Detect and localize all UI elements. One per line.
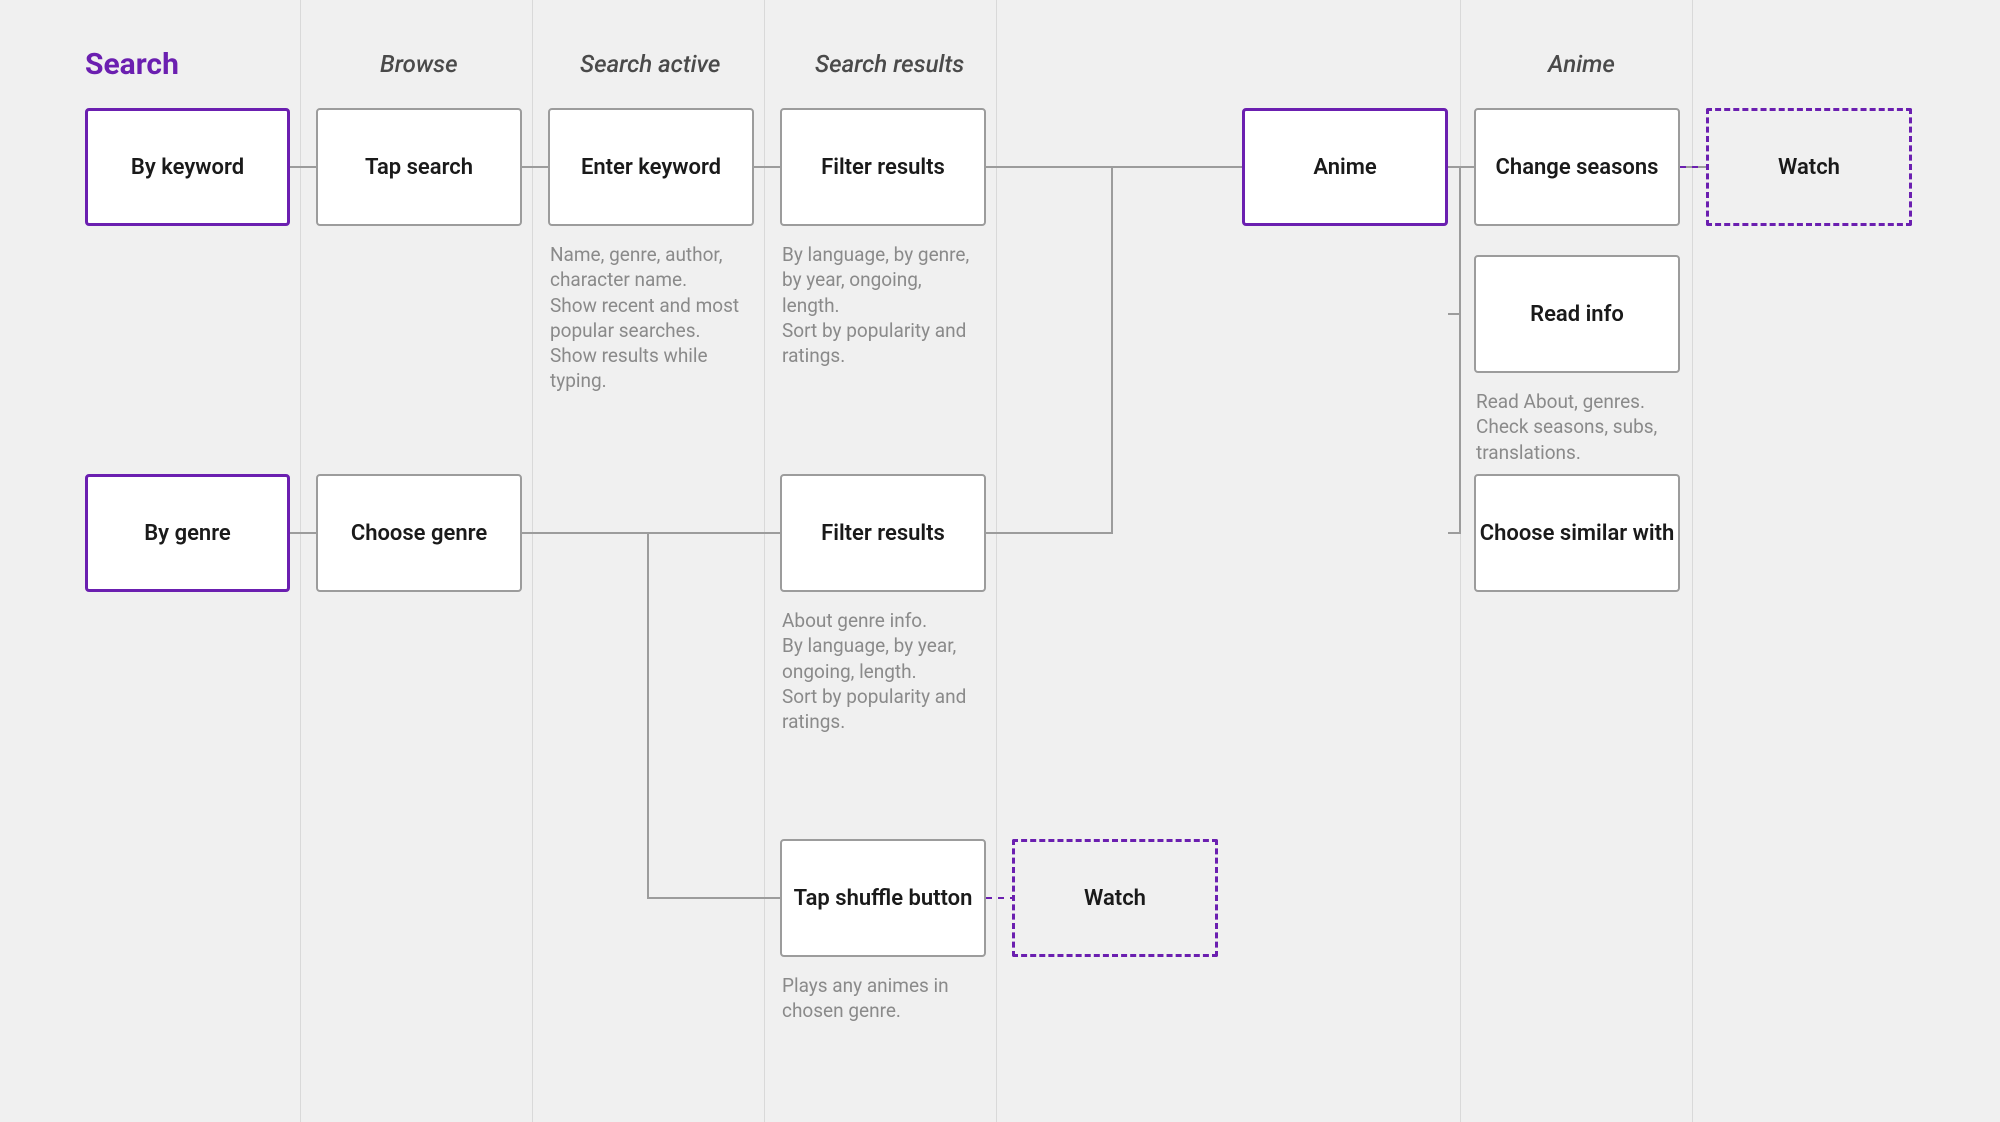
node-filter-results-genre: Filter results	[780, 474, 986, 592]
node-read-info: Read info	[1474, 255, 1680, 373]
caption-tap-shuffle: Plays any animes in chosen genre.	[782, 973, 962, 1024]
column-title-browse: Browse	[380, 50, 458, 78]
section-title-search: Search	[85, 47, 179, 82]
column-divider	[300, 0, 301, 1122]
column-divider	[1692, 0, 1693, 1122]
node-anime: Anime	[1242, 108, 1448, 226]
caption-enter-keyword: Name, genre, author, character name.Show…	[550, 242, 754, 394]
node-watch-shuffle: Watch	[1012, 839, 1218, 957]
caption-filter-results-keyword: By language, by genre, by year, ongoing,…	[782, 242, 982, 368]
node-tap-search: Tap search	[316, 108, 522, 226]
node-choose-genre: Choose genre	[316, 474, 522, 592]
node-filter-results-keyword: Filter results	[780, 108, 986, 226]
caption-read-info: Read About, genres.Check seasons, subs, …	[1476, 389, 1676, 465]
node-by-genre: By genre	[85, 474, 290, 592]
column-divider	[764, 0, 765, 1122]
column-divider	[532, 0, 533, 1122]
caption-filter-results-genre: About genre info.By language, by year, o…	[782, 608, 982, 734]
node-enter-keyword: Enter keyword	[548, 108, 754, 226]
node-by-keyword: By keyword	[85, 108, 290, 226]
node-change-seasons: Change seasons	[1474, 108, 1680, 226]
column-title-search-results: Search results	[815, 50, 964, 78]
node-tap-shuffle: Tap shuffle button	[780, 839, 986, 957]
node-watch-final: Watch	[1706, 108, 1912, 226]
node-choose-similar: Choose similar with	[1474, 474, 1680, 592]
column-divider	[996, 0, 997, 1122]
flowchart-canvas: Search Browse Search active Search resul…	[0, 0, 2000, 1122]
column-divider	[1460, 0, 1461, 1122]
column-title-search-active: Search active	[580, 50, 720, 78]
column-title-anime: Anime	[1548, 50, 1615, 78]
